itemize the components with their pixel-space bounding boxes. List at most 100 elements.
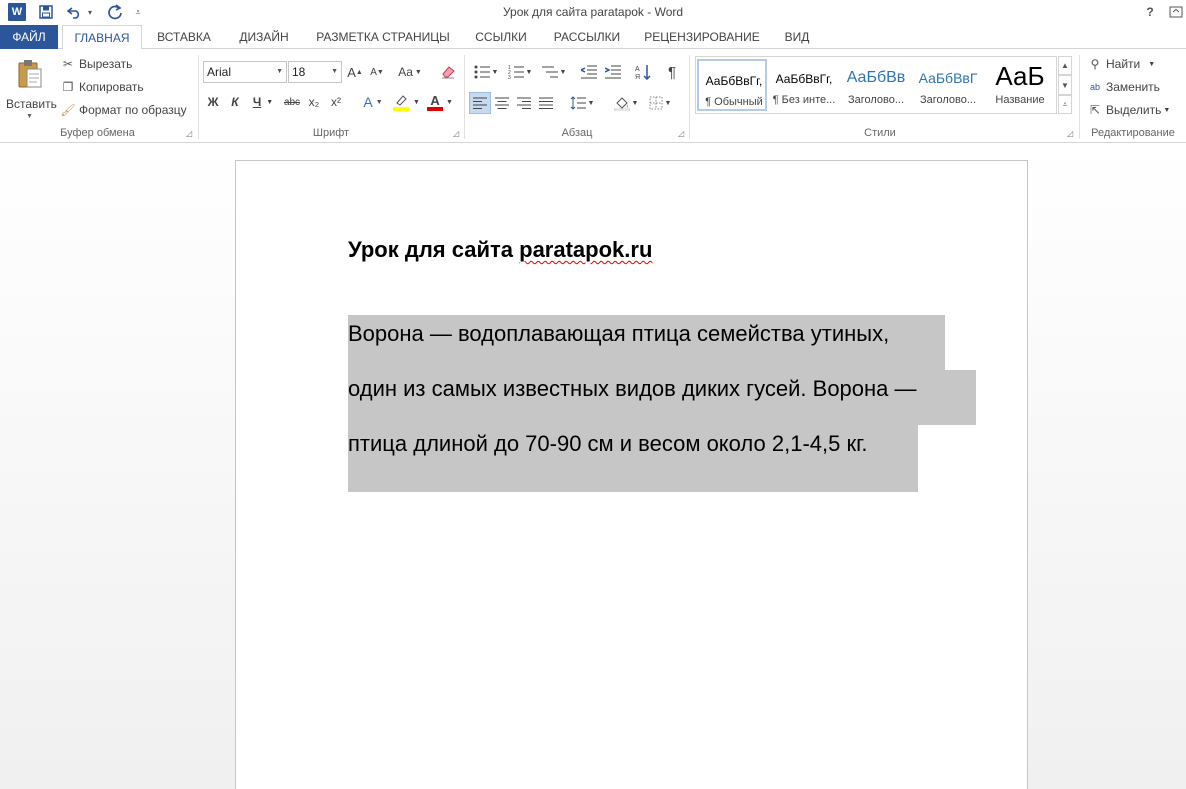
font-launcher-icon[interactable]: ◿ <box>453 129 459 138</box>
style-preview: АаБбВв <box>846 69 906 86</box>
sort-button[interactable]: AЯ <box>632 61 654 83</box>
find-button[interactable]: ⚲ Найти ▼ <box>1087 54 1156 74</box>
styles-launcher-icon[interactable]: ◿ <box>1067 129 1073 138</box>
selected-text-line[interactable]: Ворона — водоплавающая птица семейства у… <box>348 315 945 370</box>
show-formatting-button[interactable]: ¶ <box>662 61 682 83</box>
italic-icon: К <box>231 95 239 109</box>
style-heading-1[interactable]: АаБбВв Заголово... <box>841 59 911 111</box>
style-no-spacing[interactable]: АаБбВвГг, ¶ Без инте... <box>769 59 839 111</box>
paste-dropdown-icon[interactable]: ▼ <box>26 113 33 120</box>
shrink-font-icon: A <box>370 66 377 78</box>
selected-text-line[interactable]: один из самых известных видов диких гусе… <box>348 370 976 425</box>
find-label: Найти <box>1106 57 1141 71</box>
style-title[interactable]: АаБ Название <box>985 59 1055 111</box>
strikethrough-icon: abc <box>283 96 301 108</box>
clipboard-icon <box>18 60 42 88</box>
font-size-combo[interactable]: 18 ▼ <box>288 61 342 83</box>
borders-button[interactable]: ▼ <box>644 92 676 114</box>
format-painter-button[interactable]: 🖌 Формат по образцу <box>60 100 187 120</box>
binoculars-icon: ⚲ <box>1090 57 1100 71</box>
style-normal[interactable]: АаБбВвГг, ¶ Обычный <box>697 59 767 111</box>
superscript-button[interactable]: x² <box>327 91 345 113</box>
align-left-icon <box>473 97 487 109</box>
align-right-button[interactable] <box>514 92 534 114</box>
tab-mailings[interactable]: РАССЫЛКИ <box>546 25 628 49</box>
tab-review[interactable]: РЕЦЕНЗИРОВАНИЕ <box>640 25 764 49</box>
tab-insert[interactable]: ВСТАВКА <box>150 25 218 49</box>
style-name: ¶ Обычный <box>705 96 763 108</box>
tab-page-layout[interactable]: РАЗМЕТКА СТРАНИЦЫ <box>310 25 456 49</box>
bullets-button[interactable]: ▼ <box>470 61 502 83</box>
superscript-icon: x² <box>331 95 341 109</box>
copy-button[interactable]: ❐ Копировать <box>60 77 144 97</box>
style-preview: АаБбВвГ <box>918 70 978 86</box>
svg-text:A: A <box>635 66 640 73</box>
grow-font-icon: A <box>347 64 356 80</box>
paste-button[interactable]: Вставить ▼ <box>6 55 57 121</box>
tab-references[interactable]: ССЫЛКИ <box>468 25 534 49</box>
clipboard-launcher-icon[interactable]: ◿ <box>186 129 192 138</box>
heading-misspelled-word[interactable]: paratapok.ru <box>519 237 652 262</box>
replace-icon: ab <box>1089 82 1100 92</box>
style-preview: АаБ <box>995 61 1045 91</box>
ribbon-home: Вставить ▼ ✂ Вырезать ❐ Копировать 🖌 Формат… <box>0 49 1186 143</box>
replace-button[interactable]: ab Заменить <box>1087 77 1160 97</box>
underline-button[interactable]: Ч ▼ <box>248 91 278 113</box>
font-color-icon: A <box>427 93 444 111</box>
selected-text-line[interactable]: птица длиной до 70-90 см и весом около 2… <box>348 425 918 492</box>
align-center-button[interactable] <box>492 92 512 114</box>
italic-button[interactable]: К <box>226 91 244 113</box>
font-size-value: 18 <box>292 65 306 79</box>
highlight-button[interactable]: ▼ <box>390 91 422 113</box>
strikethrough-button[interactable]: abc <box>282 91 302 113</box>
style-preview: АаБбВвГг, <box>705 74 763 88</box>
font-color-button[interactable]: A ▼ <box>424 91 456 113</box>
gallery-scroll-down-icon[interactable]: ▼ <box>1058 75 1072 95</box>
font-name-value: Arial <box>207 65 232 79</box>
clear-formatting-button[interactable] <box>438 61 458 83</box>
align-left-button[interactable] <box>469 92 491 114</box>
document-area[interactable]: Урок для сайта paratapok.ru Ворона — вод… <box>0 143 1186 789</box>
brush-icon: 🖌 <box>60 103 76 117</box>
document-heading[interactable]: Урок для сайта paratapok.ru <box>348 237 652 263</box>
tab-design[interactable]: ДИЗАЙН <box>230 25 298 49</box>
justify-button[interactable] <box>536 92 556 114</box>
scissors-icon: ✂ <box>62 57 74 71</box>
ribbon-display-options-icon[interactable] <box>1166 2 1186 22</box>
bullets-icon <box>474 65 490 79</box>
format-painter-label: Формат по образцу <box>79 103 187 117</box>
subscript-button[interactable]: x₂ <box>305 91 323 113</box>
paragraph-launcher-icon[interactable]: ◿ <box>678 129 684 138</box>
text-effects-button[interactable]: A ▼ <box>360 91 386 113</box>
body-line: один из самых известных видов диких гусе… <box>348 376 917 401</box>
group-divider <box>464 55 465 139</box>
tab-home[interactable]: ГЛАВНАЯ <box>62 25 142 50</box>
help-button[interactable]: ? <box>1140 2 1160 22</box>
increase-indent-button[interactable] <box>602 61 624 83</box>
gallery-scroll-up-icon[interactable]: ▲ <box>1058 56 1072 75</box>
borders-icon <box>649 96 663 110</box>
tab-file[interactable]: ФАЙЛ <box>0 25 58 49</box>
tab-view[interactable]: ВИД <box>776 25 818 49</box>
shrink-font-button[interactable]: A ▼ <box>368 61 386 83</box>
select-button[interactable]: ⇱ Выделить ▼ <box>1087 100 1170 120</box>
line-spacing-button[interactable]: ▼ <box>566 92 598 114</box>
decrease-indent-button[interactable] <box>578 61 600 83</box>
bold-button[interactable]: Ж <box>204 91 222 113</box>
styles-group-label: Стили <box>864 127 896 139</box>
gallery-more-icon[interactable]: ⩡ <box>1058 95 1072 114</box>
editing-group-label: Редактирование <box>1091 127 1175 139</box>
paint-bucket-icon <box>613 97 630 111</box>
cut-button[interactable]: ✂ Вырезать <box>60 54 132 74</box>
style-heading-2[interactable]: АаБбВвГ Заголово... <box>913 59 983 111</box>
numbering-button[interactable]: 1 2 3 ▼ <box>504 61 536 83</box>
highlighter-icon <box>393 95 410 111</box>
ribbon-tabs: ФАЙЛ ГЛАВНАЯ ВСТАВКА ДИЗАЙН РАЗМЕТКА СТР… <box>0 25 1186 50</box>
grow-font-button[interactable]: A ▲ <box>346 61 364 83</box>
styles-gallery: АаБбВвГг, ¶ Обычный АаБбВвГг, ¶ Без инте… <box>695 56 1057 114</box>
multilevel-list-button[interactable]: ▼ <box>538 61 570 83</box>
shading-button[interactable]: ▼ <box>610 92 642 114</box>
document-page[interactable]: Урок для сайта paratapok.ru Ворона — вод… <box>235 160 1028 789</box>
font-name-combo[interactable]: Arial ▼ <box>203 61 287 83</box>
change-case-button[interactable]: Aa ▼ <box>395 61 425 83</box>
